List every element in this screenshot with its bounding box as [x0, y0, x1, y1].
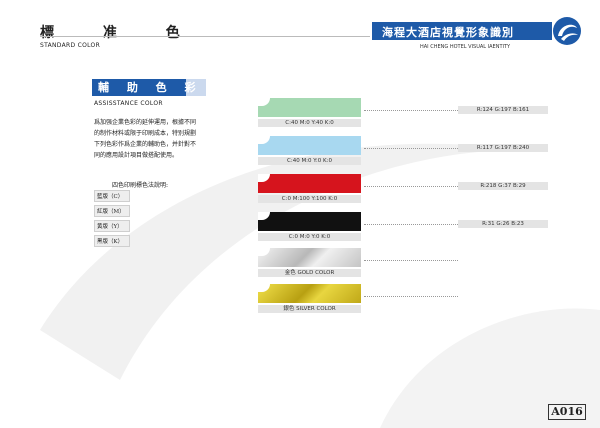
swatch-caption: C:0 M:100 Y:100 K:0 [258, 195, 361, 203]
swatch-leader-line [364, 148, 458, 149]
swatch-notch [258, 284, 270, 292]
section-title: 輔 助 色 彩 [98, 81, 203, 94]
page-title: 標 准 色 [40, 25, 202, 41]
color-swatch [258, 174, 361, 193]
color-swatch [258, 248, 361, 267]
swatch-caption: 銀色 SILVER COLOR [258, 305, 361, 313]
swatch-caption: 金色 GOLD COLOR [258, 269, 361, 277]
swatch-leader-line [364, 224, 458, 225]
plate-black: 黑版（K） [94, 235, 130, 247]
color-swatch [258, 284, 361, 303]
plate-list: 藍版（C） 紅版（M） 黄版（Y） 黑版（K） [94, 190, 130, 250]
swatch-caption: C:40 M:0 Y:40 K:0 [258, 119, 361, 127]
swatch-leader-line [364, 110, 458, 111]
header-rule [40, 36, 370, 37]
swatch-leader-line [364, 296, 458, 297]
page-subtitle: STANDARD COLOR [40, 42, 101, 49]
swatch-rgb-value: R:124 G:197 B:161 [458, 106, 548, 114]
swatch-notch [258, 174, 270, 182]
swatch-notch [258, 98, 270, 106]
hotel-banner-subtitle: HAI CHENG HOTEL VISUAL IAENTITY [420, 44, 511, 50]
section-description: 爲加强企業色彩的延伸運用，根據不同的制作材料或限于印刷成本，特别規劃下列色彩作爲… [94, 119, 197, 159]
swatch-rgb-value: R:31 G:26 B:23 [458, 220, 548, 228]
swatch-notch [258, 136, 270, 144]
color-swatch [258, 212, 361, 231]
color-swatch [258, 136, 361, 155]
swatch-leader-line [364, 260, 458, 261]
print-method-title: 四色印刷標色法說明: [112, 182, 169, 189]
section-subtitle: ASSISSTANCE COLOR [94, 100, 163, 107]
swatch-caption: C:40 M:0 Y:0 K:0 [258, 157, 361, 165]
swirl-logo-icon [553, 17, 581, 45]
swatch-caption: C:0 M:0 Y:0 K:0 [258, 233, 361, 241]
swatch-rgb-value: R:218 G:37 B:29 [458, 182, 548, 190]
swatch-leader-line [364, 186, 458, 187]
page-number: A016 [548, 404, 586, 420]
plate-yellow: 黄版（Y） [94, 220, 130, 232]
plate-cyan: 藍版（C） [94, 190, 130, 202]
hotel-banner-title: 海程大酒店視覺形象識別 [382, 26, 514, 39]
swatch-notch [258, 212, 270, 220]
swatch-notch [258, 248, 270, 256]
color-swatch [258, 98, 361, 117]
swatch-rgb-value: R:117 G:197 B:240 [458, 144, 548, 152]
plate-magenta: 紅版（M） [94, 205, 130, 217]
